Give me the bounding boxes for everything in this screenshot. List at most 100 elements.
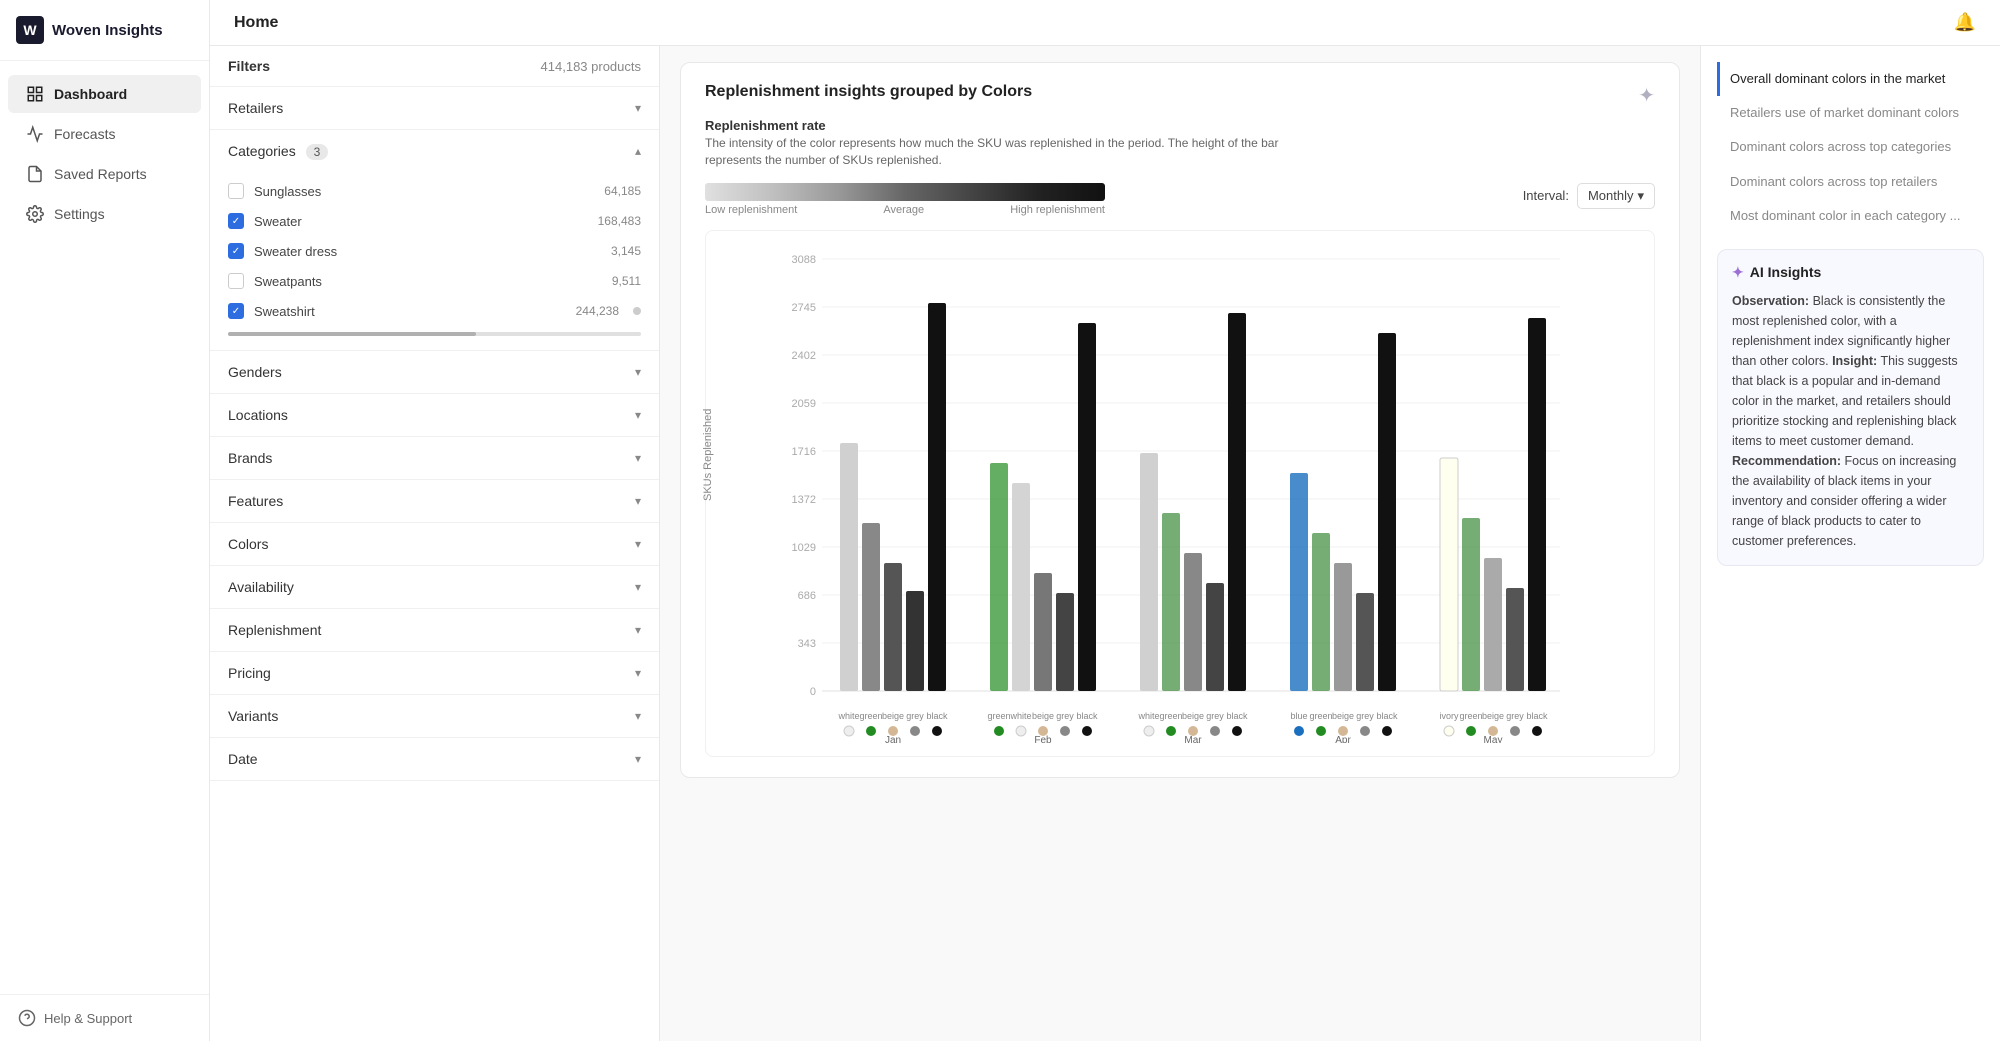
filter-colors-header[interactable]: Colors ▾ <box>210 523 659 565</box>
filter-section-categories: Categories 3 ▴ Sunglasses 64,185 ✓ Sweat… <box>210 130 659 351</box>
filter-section-brands: Brands ▾ <box>210 437 659 480</box>
sidebar-logo: W Woven Insights <box>0 0 209 61</box>
svg-text:green: green <box>859 711 882 721</box>
svg-text:grey: grey <box>1506 711 1524 721</box>
list-item[interactable]: Sweatpants 9,511 <box>210 266 659 296</box>
toc-item-dominant-retailers[interactable]: Dominant colors across top retailers <box>1717 165 1984 199</box>
filters-label: Filters <box>228 58 270 74</box>
top-header: Home 🔔 <box>210 0 2000 46</box>
chevron-down-icon: ▾ <box>635 537 641 551</box>
svg-text:0: 0 <box>810 686 816 698</box>
settings-icon <box>26 205 44 223</box>
filter-genders-header[interactable]: Genders ▾ <box>210 351 659 393</box>
filter-availability-header[interactable]: Availability ▾ <box>210 566 659 608</box>
filters-count: 414,183 products <box>541 59 641 74</box>
filter-retailers-header[interactable]: Retailers ▾ <box>210 87 659 129</box>
toc-item-overall[interactable]: Overall dominant colors in the market <box>1717 62 1984 96</box>
bell-icon[interactable]: 🔔 <box>1954 12 1976 33</box>
toc-label: Most dominant color in each category ... <box>1730 208 1961 223</box>
page-title: Home <box>234 14 278 32</box>
categories-badge: 3 <box>306 144 329 160</box>
svg-text:green: green <box>1309 711 1332 721</box>
toc-item-retailers-use[interactable]: Retailers use of market dominant colors <box>1717 96 1984 130</box>
checkbox-sweater[interactable]: ✓ <box>228 213 244 229</box>
list-item[interactable]: ✓ Sweatshirt 244,238 <box>210 296 659 326</box>
ai-card-body: Observation: Black is consistently the m… <box>1732 291 1969 551</box>
category-name: Sweater <box>254 214 588 229</box>
interval-value: Monthly <box>1588 188 1634 203</box>
checkbox-sweater-dress[interactable]: ✓ <box>228 243 244 259</box>
scrollbar-indicator[interactable] <box>228 332 641 336</box>
toc-item-most-dominant[interactable]: Most dominant color in each category ... <box>1717 199 1984 233</box>
chart-area: Replenishment insights grouped by Colors… <box>660 46 1700 1041</box>
toc-item-dominant-categories[interactable]: Dominant colors across top categories <box>1717 130 1984 164</box>
svg-text:grey: grey <box>1356 711 1374 721</box>
filter-categories-header[interactable]: Categories 3 ▴ <box>210 130 659 172</box>
legend-low: Low replenishment <box>705 204 797 216</box>
filter-colors-label: Colors <box>228 536 268 552</box>
sidebar: W Woven Insights Dashboard Forecasts Sav… <box>0 0 210 1041</box>
gradient-bar <box>705 183 1105 201</box>
filter-section-replenishment: Replenishment ▾ <box>210 609 659 652</box>
sparkle-icon[interactable]: ✦ <box>1638 83 1655 108</box>
svg-text:2402: 2402 <box>792 350 816 362</box>
chevron-down-icon: ▾ <box>635 666 641 680</box>
sidebar-item-dashboard[interactable]: Dashboard <box>8 75 201 113</box>
checkbox-sweatpants[interactable] <box>228 273 244 289</box>
chevron-down-icon: ▾ <box>635 709 641 723</box>
checkbox-sunglasses[interactable] <box>228 183 244 199</box>
chevron-down-icon: ▾ <box>1637 188 1644 204</box>
chart-svg: 3088 2745 2402 2059 1716 1372 <box>714 243 1646 743</box>
category-name: Sunglasses <box>254 184 594 199</box>
svg-text:343: 343 <box>798 638 816 650</box>
chart-svg-wrapper: SKUs Replenished 3088 2745 2402 2059 171… <box>705 230 1655 757</box>
chevron-down-icon: ▾ <box>635 494 641 508</box>
svg-text:grey: grey <box>1206 711 1224 721</box>
content-row: Filters 414,183 products Retailers ▾ Cat… <box>210 46 2000 1041</box>
filter-variants-header[interactable]: Variants ▾ <box>210 695 659 737</box>
filter-brands-header[interactable]: Brands ▾ <box>210 437 659 479</box>
filter-section-pricing: Pricing ▾ <box>210 652 659 695</box>
svg-text:3088: 3088 <box>792 254 816 266</box>
interval-row: Interval: Monthly ▾ <box>1523 183 1655 209</box>
chevron-down-icon: ▾ <box>635 752 641 766</box>
list-item[interactable]: ✓ Sweater dress 3,145 <box>210 236 659 266</box>
svg-text:beige: beige <box>882 711 904 721</box>
sidebar-item-label: Settings <box>54 206 105 222</box>
chevron-down-icon: ▾ <box>635 365 641 379</box>
main-content: Home 🔔 Filters 414,183 products Retailer… <box>210 0 2000 1041</box>
filter-retailers-label: Retailers <box>228 100 283 116</box>
svg-text:white: white <box>1137 711 1159 721</box>
dashboard-icon <box>26 85 44 103</box>
category-count: 3,145 <box>611 244 641 258</box>
filter-pricing-label: Pricing <box>228 665 271 681</box>
svg-text:2745: 2745 <box>792 302 816 314</box>
sidebar-item-forecasts[interactable]: Forecasts <box>8 115 201 153</box>
filter-variants-label: Variants <box>228 708 278 724</box>
filter-replenishment-header[interactable]: Replenishment ▾ <box>210 609 659 651</box>
svg-text:1372: 1372 <box>792 494 816 506</box>
filter-header: Filters 414,183 products <box>210 46 659 87</box>
sidebar-nav: Dashboard Forecasts Saved Reports Settin… <box>0 61 209 994</box>
svg-text:grey: grey <box>1056 711 1074 721</box>
svg-text:green: green <box>1459 711 1482 721</box>
filter-date-header[interactable]: Date ▾ <box>210 738 659 780</box>
checkbox-sweatshirt[interactable]: ✓ <box>228 303 244 319</box>
filter-pricing-header[interactable]: Pricing ▾ <box>210 652 659 694</box>
sidebar-item-settings[interactable]: Settings <box>8 195 201 233</box>
ai-card-title: ✦ AI Insights <box>1732 264 1969 281</box>
svg-text:Feb: Feb <box>1034 735 1052 743</box>
filter-features-header[interactable]: Features ▾ <box>210 480 659 522</box>
ai-sparkle-icon: ✦ <box>1732 264 1744 281</box>
chevron-down-icon: ▾ <box>635 101 641 115</box>
sidebar-item-saved-reports[interactable]: Saved Reports <box>8 155 201 193</box>
filter-locations-header[interactable]: Locations ▾ <box>210 394 659 436</box>
chart-container: SKUs Replenished 3088 2745 2402 2059 171… <box>714 243 1646 748</box>
svg-text:beige: beige <box>1482 711 1504 721</box>
list-item[interactable]: ✓ Sweater 168,483 <box>210 206 659 236</box>
filter-section-features: Features ▾ <box>210 480 659 523</box>
category-list: Sunglasses 64,185 ✓ Sweater 168,483 ✓ Sw… <box>210 172 659 350</box>
interval-select[interactable]: Monthly ▾ <box>1577 183 1655 209</box>
help-support-link[interactable]: Help & Support <box>0 994 209 1041</box>
list-item[interactable]: Sunglasses 64,185 <box>210 176 659 206</box>
